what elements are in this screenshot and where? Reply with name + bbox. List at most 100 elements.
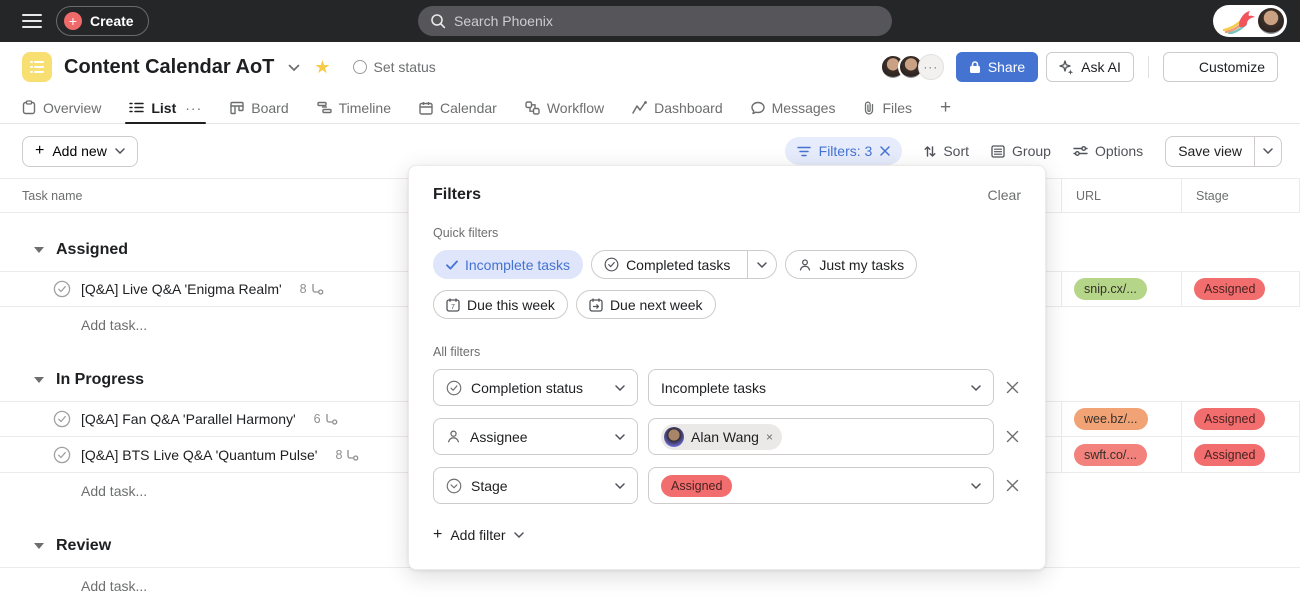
filter-field-dropdown[interactable]: Assignee (433, 418, 638, 455)
group-button[interactable]: Group (991, 143, 1051, 159)
workflow-icon (525, 101, 540, 115)
task-name[interactable]: [Q&A] Live Q&A 'Enigma Realm' (81, 281, 282, 297)
remove-filter-x-icon[interactable] (1004, 379, 1021, 396)
quick-filter-completed-tasks: Completed tasks (591, 250, 777, 279)
tab-list[interactable]: List ··· (129, 92, 202, 123)
collapse-triangle-icon[interactable] (34, 377, 44, 383)
save-view-chevron-button[interactable] (1254, 137, 1281, 166)
add-filter-button[interactable]: + Add filter (433, 526, 1021, 544)
timeline-icon (317, 101, 332, 114)
add-task-row[interactable]: Add task... (0, 567, 1300, 603)
clear-filters-x-icon[interactable] (880, 146, 890, 156)
save-view-button[interactable]: Save view (1166, 137, 1254, 166)
add-new-button[interactable]: + Add new (22, 136, 138, 167)
collapse-triangle-icon[interactable] (34, 543, 44, 549)
user-avatar[interactable] (1258, 8, 1284, 34)
column-header-stage[interactable]: Stage (1181, 179, 1300, 212)
quick-filter-completed-tasks-chevron[interactable] (747, 251, 776, 278)
tab-files[interactable]: Files (863, 92, 912, 123)
filter-field-dropdown[interactable]: Completion status (433, 369, 638, 406)
more-members-button[interactable]: ··· (918, 54, 944, 80)
ask-ai-button[interactable]: Ask AI (1046, 52, 1134, 82)
header-divider (1148, 56, 1149, 78)
project-icon[interactable] (22, 52, 52, 82)
tab-list-label: List (151, 100, 176, 116)
set-status-button[interactable]: Set status (353, 59, 436, 75)
filters-popup: Filters Clear Quick filters Incomplete t… (408, 165, 1046, 570)
create-button[interactable]: + Create (56, 6, 149, 36)
section-title: Assigned (56, 241, 128, 259)
favorite-star-icon[interactable]: ★ (314, 57, 330, 78)
tab-overview[interactable]: Overview (22, 92, 101, 123)
quick-filter-incomplete-tasks[interactable]: Incomplete tasks (433, 250, 583, 279)
stage-cell[interactable]: Assigned (1181, 402, 1300, 436)
tab-board[interactable]: Board (230, 92, 288, 123)
assignee-chip[interactable]: Alan Wang × (661, 424, 782, 450)
tab-calendar[interactable]: Calendar (419, 92, 497, 123)
stage-cell[interactable]: Assigned (1181, 437, 1300, 472)
url-cell[interactable]: snip.cx/... (1061, 272, 1181, 306)
add-new-label: Add new (52, 143, 106, 159)
stage-pill: Assigned (1194, 444, 1265, 466)
status-circle-icon (353, 60, 367, 74)
check-icon (446, 260, 458, 270)
collapse-triangle-icon[interactable] (34, 247, 44, 253)
options-button[interactable]: Options (1073, 143, 1143, 159)
task-name[interactable]: [Q&A] Fan Q&A 'Parallel Harmony' (81, 411, 296, 427)
subtask-count: 8 (300, 282, 324, 296)
topbar: + Create (0, 0, 1300, 42)
task-name[interactable]: [Q&A] BTS Live Q&A 'Quantum Pulse' (81, 447, 317, 463)
tab-workflow-label: Workflow (547, 100, 604, 116)
list-icon (129, 101, 144, 114)
sort-icon (924, 145, 936, 158)
filters-active-chip[interactable]: Filters: 3 (785, 137, 903, 165)
url-cell[interactable]: swft.co/... (1061, 437, 1181, 472)
stage-cell[interactable]: Assigned (1181, 272, 1300, 306)
filter-field-dropdown[interactable]: Stage (433, 467, 638, 504)
tab-workflow[interactable]: Workflow (525, 92, 604, 123)
project-header: Content Calendar AoT ★ Set status ··· Sh… (0, 42, 1300, 92)
url-cell[interactable]: wee.bz/... (1061, 402, 1181, 436)
hamburger-menu-icon[interactable] (22, 14, 42, 28)
customize-button[interactable]: Customize (1163, 52, 1278, 82)
share-button-label: Share (988, 59, 1025, 75)
sort-button[interactable]: Sort (924, 143, 969, 159)
project-chevron-down-icon[interactable] (288, 64, 300, 72)
tab-overview-label: Overview (43, 100, 101, 116)
filter-icon (797, 146, 811, 157)
create-button-label: Create (90, 13, 134, 29)
quick-filter-due-this-week[interactable]: 7 Due this week (433, 290, 568, 319)
remove-filter-x-icon[interactable] (1004, 428, 1021, 445)
stage-pill: Assigned (661, 475, 732, 497)
tab-messages[interactable]: Messages (751, 92, 836, 123)
search-input[interactable] (454, 13, 880, 29)
subtask-icon (346, 449, 359, 461)
add-tab-button[interactable]: + (940, 97, 951, 119)
user-avatar-pill[interactable] (1213, 5, 1287, 37)
quick-filter-just-my-tasks[interactable]: Just my tasks (785, 250, 917, 279)
share-button[interactable]: Share (956, 52, 1038, 82)
filter-value-dropdown[interactable]: Incomplete tasks (648, 369, 994, 406)
quick-filter-due-next-week[interactable]: Due next week (576, 290, 716, 319)
all-filters-label: All filters (433, 345, 1021, 359)
tab-dashboard[interactable]: Dashboard (632, 92, 723, 123)
filter-value-dropdown[interactable]: Alan Wang × (648, 418, 994, 455)
filter-row-stage: Stage Assigned (433, 467, 1021, 504)
tab-timeline[interactable]: Timeline (317, 92, 391, 123)
sort-label: Sort (943, 143, 969, 159)
member-avatars[interactable]: ··· (880, 54, 944, 80)
quick-filter-completed-tasks-main[interactable]: Completed tasks (592, 251, 740, 278)
calendar-arrow-icon (589, 298, 603, 312)
filter-value-dropdown[interactable]: Assigned (648, 467, 994, 504)
tab-list-overflow-icon[interactable]: ··· (185, 100, 202, 116)
task-check-circle-icon[interactable] (53, 280, 71, 298)
filter-row-completion-status: Completion status Incomplete tasks (433, 369, 1021, 406)
check-circle-icon (446, 380, 462, 396)
column-header-url[interactable]: URL (1061, 179, 1181, 212)
task-check-circle-icon[interactable] (53, 410, 71, 428)
task-check-circle-icon[interactable] (53, 446, 71, 464)
clear-filters-button[interactable]: Clear (988, 187, 1021, 203)
remove-filter-x-icon[interactable] (1004, 477, 1021, 494)
search-bar[interactable] (418, 6, 892, 36)
remove-assignee-x-icon[interactable]: × (766, 430, 773, 444)
